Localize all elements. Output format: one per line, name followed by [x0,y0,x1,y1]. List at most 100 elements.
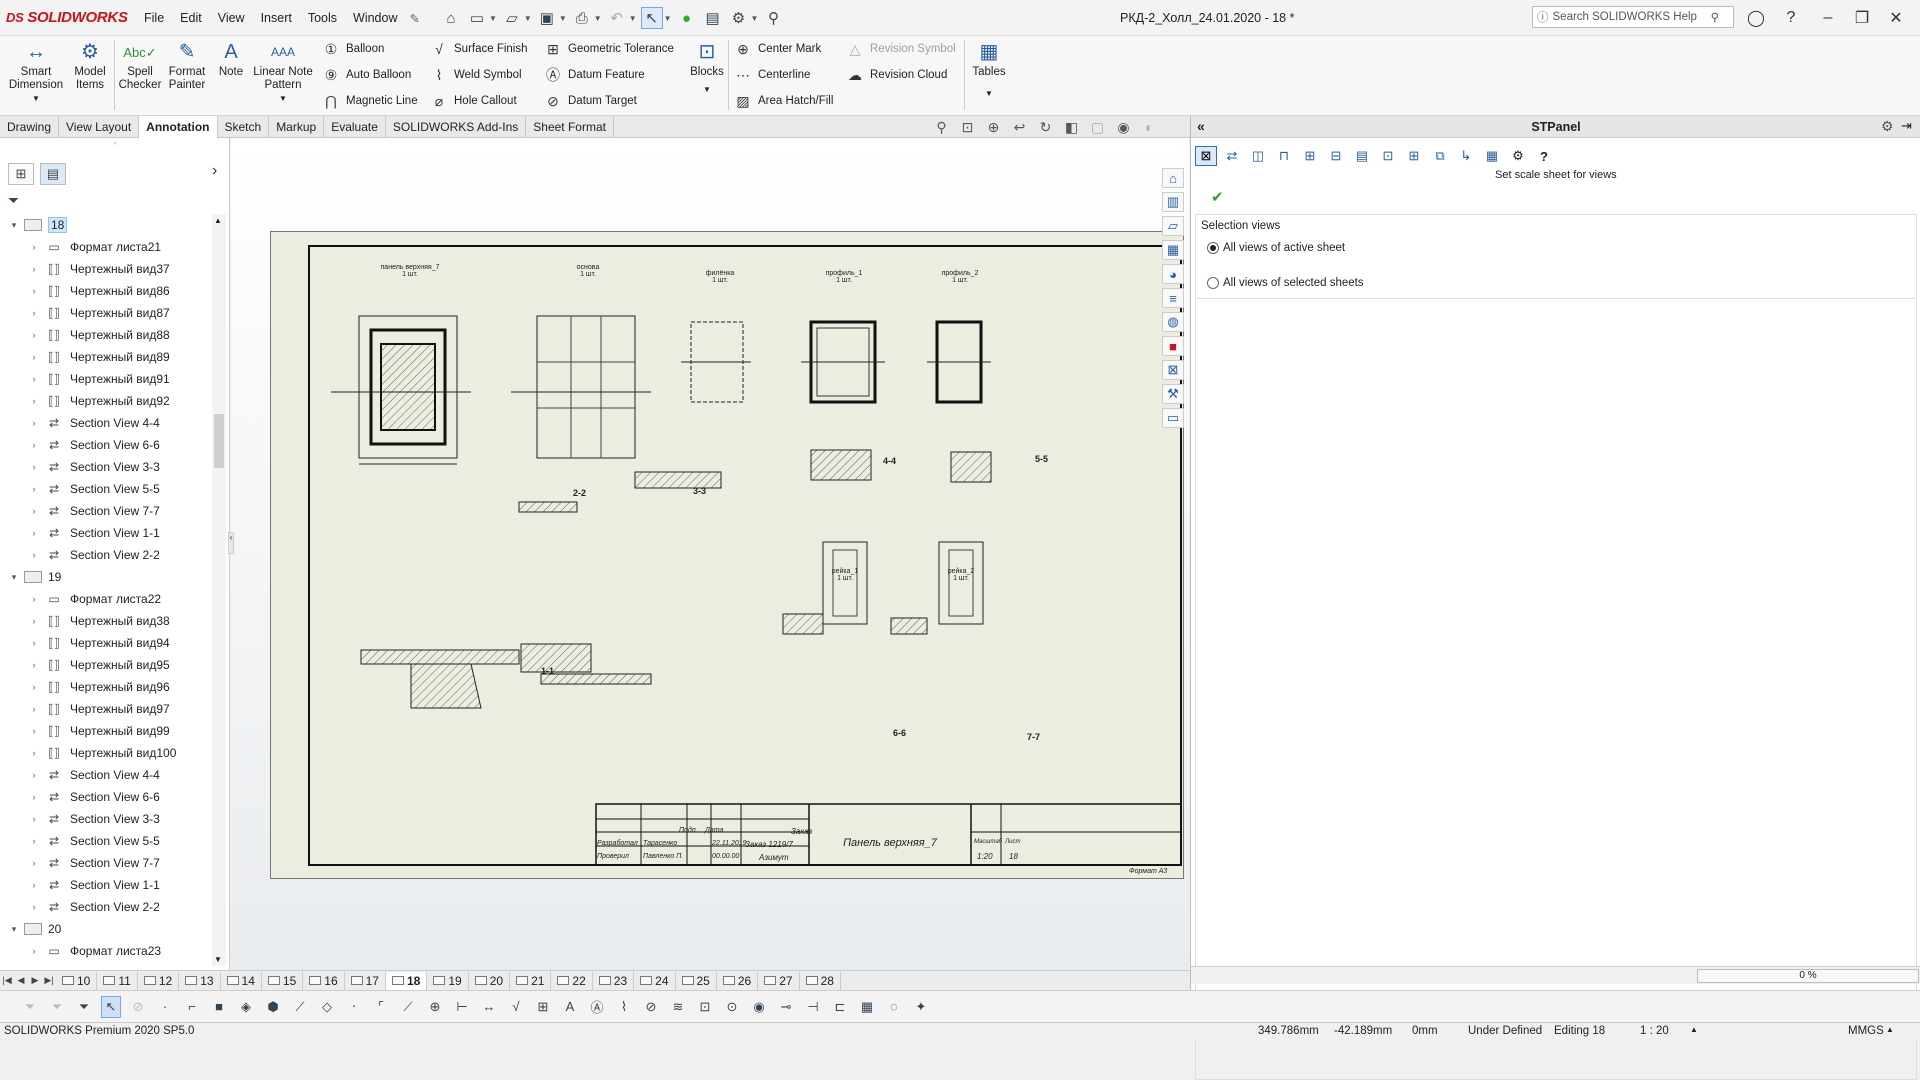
hole-callout-button[interactable]: ⌀ Hole Callout [430,92,528,110]
filter-axes-icon[interactable]: ⟋ [290,996,310,1018]
collapse-toggle-icon[interactable]: ▾ [8,572,20,583]
expand-toggle-icon[interactable]: › [28,528,40,538]
menu-edit[interactable]: Edit [172,11,210,26]
undo-icon[interactable]: ↶ [606,7,628,29]
chevron-down-icon[interactable]: ▼ [629,14,637,23]
sheet-tab[interactable]: 26 [717,971,759,990]
tree-item[interactable]: › ⇄ Section View 3-3 [0,456,215,478]
filter-balloons-icon[interactable]: ◌ [884,996,904,1018]
tree-item[interactable]: › ⟦⟧ Чертежный вид100 [0,742,215,764]
sheet-tab[interactable]: 19 [427,971,469,990]
expand-toggle-icon[interactable]: › [28,748,40,758]
restore-button[interactable]: ❐ [1848,6,1876,30]
tree-item[interactable]: › ⟦⟧ Чертежный вид99 [0,720,215,742]
expand-toggle-icon[interactable]: › [28,704,40,714]
expand-toggle-icon[interactable]: › [28,902,40,912]
select-icon[interactable]: ↖ [640,7,663,29]
view-tool-icon[interactable]: ⊞ [1299,146,1321,166]
menu-insert[interactable]: Insert [253,11,300,26]
drawing-sheet[interactable]: панель верхняя_7 1 шт. основа 1 шт. филёнк… [270,231,1184,879]
zoom-to-area-icon[interactable]: ⊡ [958,118,977,136]
tree-item-sheet[interactable]: ▾ 18 [0,214,215,236]
menu-view[interactable]: View [210,11,253,26]
filter-notes-icon[interactable]: A [560,996,580,1018]
expand-toggle-icon[interactable]: › [28,682,40,692]
model-items-button[interactable]: ⚙ Model Items [68,40,112,92]
menu-window[interactable]: Window [345,11,405,26]
filter-blocks-icon[interactable]: ⊡ [695,996,715,1018]
sheet-tab[interactable]: 16 [303,971,345,990]
save-icon[interactable]: ▣ [536,7,558,29]
expand-toggle-icon[interactable]: › [28,264,40,274]
print-icon[interactable]: ⎙ [571,7,593,29]
filter-centerline-icon[interactable]: ⊢ [452,996,472,1018]
expand-toggle-icon[interactable]: › [28,330,40,340]
collapse-toggle-icon[interactable]: ▾ [8,220,20,231]
filter-solid-bodies-icon[interactable]: ⬢ [263,996,283,1018]
filter-edges-icon[interactable]: ⌐ [182,996,202,1018]
pin-panel-icon[interactable]: ⇥ [1901,118,1912,134]
expand-toggle-icon[interactable]: › [28,836,40,846]
sheet-tab[interactable]: 18 [385,971,428,990]
table-icon[interactable]: ▦ [1481,146,1503,166]
linear-note-pattern-button[interactable]: AAA Linear Note Pattern ▼ [250,40,316,105]
add-in-icon[interactable]: ⊠ [1162,360,1184,380]
rotate-icon[interactable]: ↻ [1036,118,1055,136]
scrollbar-thumb[interactable] [214,414,224,468]
3d-content-icon[interactable]: ■ [1162,336,1184,356]
tree-item[interactable]: › ⇄ Section View 5-5 [0,478,215,500]
previous-view-icon[interactable]: ↩ [1010,118,1029,136]
filter-midpoints-icon[interactable]: ⟋ [398,996,418,1018]
menu-file[interactable]: File [136,11,172,26]
chevron-down-icon[interactable]: ▼ [279,92,287,105]
tree-item[interactable]: › ⟦⟧ Чертежный вид97 [0,698,215,720]
feature-manager-tree-icon[interactable]: ⊞ [8,163,34,185]
expand-toggle-icon[interactable]: › [28,880,40,890]
view-compare-icon[interactable]: ◫ [1247,146,1269,166]
filter-datum-feature-icon[interactable]: Ⓐ [587,996,607,1018]
radio-button[interactable] [1207,242,1219,254]
sheet-tab[interactable]: 28 [800,971,841,990]
filter-drawing-icon[interactable]: ⏷ [74,996,94,1018]
revision-cloud-button[interactable]: ☁ Revision Cloud [846,66,956,84]
last-sheet-icon[interactable]: ▶| [42,974,56,988]
expand-toggle-icon[interactable]: › [28,814,40,824]
expand-toggle-icon[interactable]: › [28,770,40,780]
chevron-down-icon[interactable]: ▼ [751,14,759,23]
tables-button[interactable]: ▦ Tables ▼ [970,40,1008,100]
unit-system[interactable]: MMGS [1848,1025,1884,1037]
panel-splitter[interactable]: ◦ [0,138,230,158]
chevron-up-icon[interactable]: ▲ [1886,1025,1894,1034]
tab-sheet-format[interactable]: Sheet Format [526,116,614,138]
filter-datum-target-icon[interactable]: ⊘ [641,996,661,1018]
filter-icon[interactable]: ⏷ [20,996,40,1018]
view-tool-icon[interactable]: ⊞ [1403,146,1425,166]
tree-item[interactable]: › ▭ Формат листа21 [0,236,215,258]
forum-icon[interactable]: ▭ [1162,408,1184,428]
view-tool-icon[interactable]: ⊓ [1273,146,1295,166]
minimize-button[interactable]: – [1814,6,1842,30]
filter-welds-icon[interactable]: ⊏ [830,996,850,1018]
property-manager-icon[interactable]: ▤ [40,163,66,185]
radio-selected-sheets[interactable]: All views of selected sheets [1207,277,1364,289]
home-icon[interactable]: ⌂ [1162,168,1184,188]
tree-item[interactable]: › ⇄ Section View 2-2 [0,896,215,918]
surface-finish-button[interactable]: √ Surface Finish [430,40,527,58]
view-tool-icon[interactable]: ↳ [1455,146,1477,166]
centerline-button[interactable]: ⋯ Centerline [734,66,833,84]
filter-points-icon[interactable]: · [155,996,175,1018]
view-tool-icon[interactable]: ⇄ [1221,146,1243,166]
tree-item[interactable]: › ⇄ Section View 4-4 [0,412,215,434]
help-search-input[interactable]: ⓘ Search SOLIDWORKS Help ⚲ [1532,6,1734,28]
tree-item[interactable]: › ⇄ Section View 6-6 [0,434,215,456]
solidworks-logo[interactable]: DS SOLIDWORKS [6,9,128,26]
geometric-tolerance-button[interactable]: ⊞ Geometric Tolerance [544,40,674,58]
tree-item[interactable]: › ⇄ Section View 3-3 [0,808,215,830]
tree-item[interactable]: › ⟦⟧ Чертежный вид95 [0,654,215,676]
pushpin-icon[interactable]: ✎ [406,11,424,26]
tree-item[interactable]: › ⟦⟧ Чертежный вид92 [0,390,215,412]
collapse-left-icon[interactable]: « [1197,118,1205,134]
expand-toggle-icon[interactable]: › [28,462,40,472]
sheet-tab[interactable]: 27 [758,971,800,990]
open-icon[interactable]: ▱ [501,7,523,29]
